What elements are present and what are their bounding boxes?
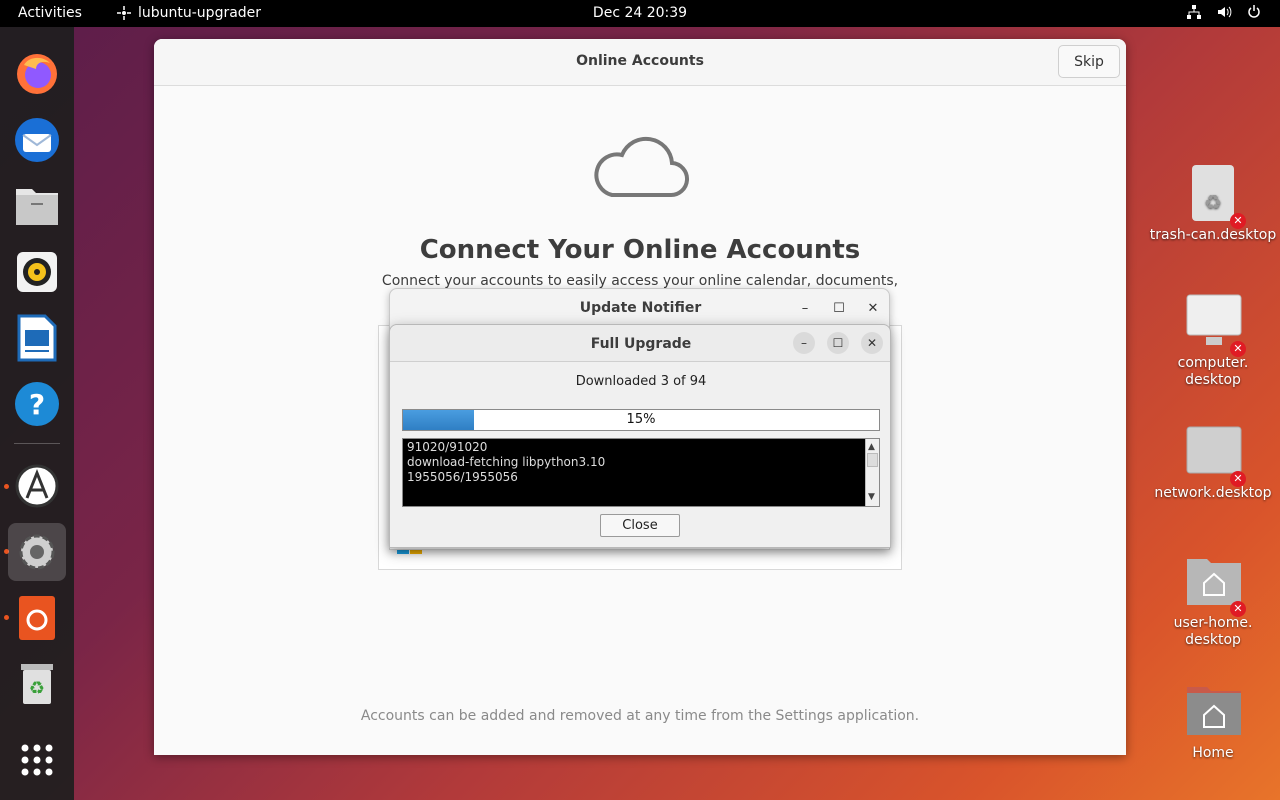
home-folder-icon (1186, 683, 1241, 741)
app-menu[interactable]: lubuntu-upgrader (116, 5, 261, 21)
desktop-icon-home[interactable]: Home (1148, 683, 1278, 762)
broken-link-icon: ✕ (1230, 341, 1246, 357)
close-button[interactable]: Close (600, 514, 680, 537)
minimize-icon[interactable]: – (794, 297, 816, 319)
full-upgrade-dialog: Full Upgrade – ☐ ✕ Downloaded 3 of 94 15… (389, 324, 891, 548)
software-updater-icon[interactable] (8, 457, 66, 515)
window-header: Online Accounts Skip (154, 39, 1126, 86)
download-status: Downloaded 3 of 94 (575, 374, 707, 389)
firefox-icon[interactable] (8, 45, 66, 103)
page-heading: Connect Your Online Accounts (419, 235, 861, 265)
computer-file-icon: ✕ (1186, 293, 1246, 357)
network-file-icon: ✕ (1186, 423, 1246, 487)
scroll-down-icon[interactable]: ▼ (868, 490, 875, 505)
close-icon[interactable]: ✕ (861, 332, 883, 354)
maximize-icon[interactable]: ☐ (828, 297, 850, 319)
desktop-icon-label: Home (1192, 745, 1234, 761)
cloud-icon (590, 129, 690, 205)
volume-icon (1216, 4, 1232, 20)
broken-link-icon: ✕ (1230, 213, 1246, 229)
clock[interactable]: Dec 24 20:39 (593, 5, 687, 21)
ubuntu-software-icon[interactable] (8, 589, 66, 647)
app-menu-icon (117, 6, 131, 20)
dialog-titlebar: Full Upgrade – ☐ ✕ (390, 325, 890, 362)
desktop-icon-label: user-home. desktop (1173, 615, 1253, 648)
desktop-icon-trash[interactable]: ♻ ✕ trash-can.desktop (1148, 165, 1278, 244)
rhythmbox-icon[interactable] (8, 243, 66, 301)
svg-text:♻: ♻ (1204, 190, 1222, 214)
log-scrollbar[interactable]: ▲ ▼ (865, 439, 879, 506)
desktop-icon-network[interactable]: ✕ network.desktop (1148, 423, 1278, 502)
minimize-icon[interactable]: – (793, 332, 815, 354)
system-tray[interactable] (1186, 4, 1262, 20)
settings-icon[interactable] (8, 523, 66, 581)
svg-text:♻: ♻ (29, 678, 45, 699)
log-line: 1955056/1955056 (407, 470, 518, 484)
close-icon[interactable]: ✕ (862, 297, 884, 319)
trash-can-file-icon: ♻ ✕ (1186, 165, 1246, 229)
page-subheading: Connect your accounts to easily access y… (381, 273, 899, 289)
footer-note: Accounts can be added and removed at any… (360, 708, 920, 724)
broken-link-icon: ✕ (1230, 601, 1246, 617)
window-title: Online Accounts (576, 53, 704, 69)
top-bar: Activities lubuntu-upgrader Dec 24 20:39 (0, 0, 1280, 27)
activities-button[interactable]: Activities (18, 5, 82, 21)
writer-icon[interactable] (8, 309, 66, 367)
network-icon (1186, 4, 1202, 20)
progress-label: 15% (626, 412, 656, 427)
maximize-icon[interactable]: ☐ (827, 332, 849, 354)
desktop-icon-computer[interactable]: ✕ computer. desktop (1148, 293, 1278, 389)
log-line: download-fetching libpython3.10 (407, 455, 606, 469)
user-home-file-icon: ✕ (1186, 553, 1246, 617)
desktop-icon-label: computer. desktop (1177, 355, 1249, 388)
app-menu-label: lubuntu-upgrader (138, 5, 262, 21)
thunderbird-icon[interactable] (8, 111, 66, 169)
trash-icon[interactable]: ♻ (8, 655, 66, 713)
scroll-thumb[interactable] (867, 453, 878, 467)
files-icon[interactable] (8, 177, 66, 235)
desktop-icon-user-home[interactable]: ✕ user-home. desktop (1148, 553, 1278, 649)
dock-separator (14, 443, 60, 444)
progress-bar: 15% (402, 409, 880, 431)
log-output[interactable]: 91020/91020 download-fetching libpython3… (402, 438, 880, 507)
desktop-icon-label: network.desktop (1154, 485, 1272, 501)
dock: ? ♻ (0, 27, 74, 800)
power-icon (1246, 4, 1262, 20)
broken-link-icon: ✕ (1230, 471, 1246, 487)
svg-text:?: ? (29, 388, 45, 421)
help-icon[interactable]: ? (8, 375, 66, 433)
log-line: 91020/91020 (407, 440, 488, 454)
show-apps-icon[interactable] (8, 731, 66, 789)
skip-button[interactable]: Skip (1058, 45, 1120, 78)
dialog-title: Full Upgrade (590, 336, 692, 352)
desktop-icon-label: trash-can.desktop (1149, 227, 1277, 243)
